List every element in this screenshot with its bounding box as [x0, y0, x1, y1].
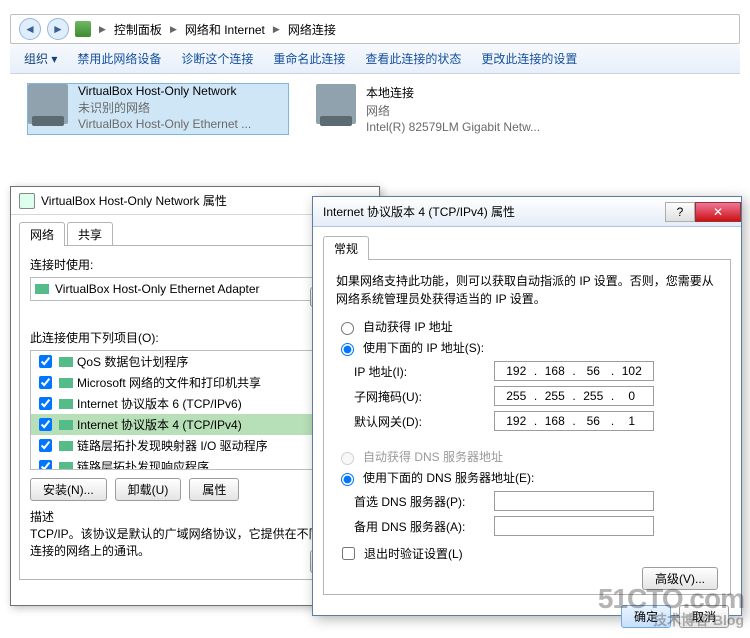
radio-auto-dns — [341, 452, 354, 465]
tab-sharing[interactable]: 共享 — [67, 222, 113, 246]
crumb-network-connections[interactable]: 网络连接 — [288, 21, 336, 38]
install-button[interactable]: 安装(N)... — [30, 478, 107, 501]
this-connection-uses-label: 此连接使用下列项目(O): — [30, 329, 360, 346]
list-item[interactable]: 链路层拓扑发现映射器 I/O 驱动程序 — [31, 435, 359, 456]
tab-general[interactable]: 常规 — [323, 236, 369, 260]
cmd-disable[interactable]: 禁用此网络设备 — [77, 50, 161, 67]
subnet-mask-input[interactable]: 255.255.255.0 — [494, 386, 654, 406]
default-gateway-input[interactable]: 192.168.56.1 — [494, 411, 654, 431]
default-gateway-label: 默认网关(D): — [354, 413, 494, 430]
organize-menu[interactable]: 组织 ▾ — [24, 50, 57, 67]
ip-address-label: IP 地址(I): — [354, 363, 494, 380]
cmd-rename[interactable]: 重命名此连接 — [273, 50, 345, 67]
cmd-change-settings[interactable]: 更改此连接的设置 — [481, 50, 577, 67]
protocol-checkbox[interactable] — [39, 397, 52, 410]
alternate-dns-input[interactable]: ....... — [494, 516, 654, 536]
crumb-network-internet[interactable]: 网络和 Internet — [185, 21, 265, 38]
nav-fwd-button[interactable]: ► — [47, 18, 69, 40]
dialog-title: Internet 协议版本 4 (TCP/IPv4) 属性 — [323, 203, 515, 220]
dialog-titlebar[interactable]: Internet 协议版本 4 (TCP/IPv4) 属性 ? ✕ — [313, 197, 741, 227]
ok-button[interactable]: 确定 — [621, 605, 671, 628]
nic-small-icon — [35, 284, 49, 294]
command-bar: 组织 ▾ 禁用此网络设备 诊断这个连接 重命名此连接 查看此连接的状态 更改此连… — [10, 44, 740, 74]
close-button[interactable]: ✕ — [695, 202, 741, 222]
list-item[interactable]: QoS 数据包计划程序 — [31, 351, 359, 372]
protocol-checkbox[interactable] — [39, 376, 52, 389]
ip-address-input[interactable]: 192.168.56.102 — [494, 361, 654, 381]
radio-auto-dns-label: 自动获得 DNS 服务器地址 — [363, 448, 503, 465]
dialog-title: VirtualBox Host-Only Network 属性 — [41, 192, 227, 209]
info-text: 如果网络支持此功能，则可以获取自动指派的 IP 设置。否则，您需要从网络系统管理… — [336, 272, 718, 308]
radio-use-dns[interactable] — [341, 473, 354, 486]
adapter-select-value: VirtualBox Host-Only Ethernet Adapter — [55, 282, 260, 296]
adapter-list: VirtualBox Host-Only Network 未识别的网络 Virt… — [10, 74, 740, 144]
protocol-icon — [59, 399, 73, 409]
radio-auto-ip[interactable] — [341, 322, 354, 335]
properties-button[interactable]: 属性 — [189, 478, 239, 501]
adapter-state: 网络 — [366, 102, 540, 119]
cancel-button[interactable]: 取消 — [679, 605, 729, 628]
address-bar: ◄ ► ▶ 控制面板 ▶ 网络和 Internet ▶ 网络连接 — [10, 14, 740, 44]
cmd-diagnose[interactable]: 诊断这个连接 — [181, 50, 253, 67]
cmd-view-status[interactable]: 查看此连接的状态 — [365, 50, 461, 67]
alternate-dns-label: 备用 DNS 服务器(A): — [354, 518, 494, 535]
protocol-checkbox[interactable] — [39, 439, 52, 452]
protocol-checkbox[interactable] — [39, 355, 52, 368]
chevron-right-icon: ▶ — [99, 24, 106, 35]
list-item[interactable]: 链路层拓扑发现响应程序 — [31, 456, 359, 470]
advanced-button[interactable]: 高级(V)... — [642, 567, 718, 590]
protocol-listbox[interactable]: QoS 数据包计划程序 Microsoft 网络的文件和打印机共享 Intern… — [30, 350, 360, 470]
list-item[interactable]: Microsoft 网络的文件和打印机共享 — [31, 372, 359, 393]
adapter-state: 未识别的网络 — [78, 99, 251, 116]
adapter-name: 本地连接 — [366, 84, 540, 101]
nic-icon — [28, 84, 68, 124]
radio-use-ip[interactable] — [341, 343, 354, 356]
adapter-item-virtualbox[interactable]: VirtualBox Host-Only Network 未识别的网络 Virt… — [28, 84, 288, 134]
control-panel-icon — [75, 21, 91, 37]
chevron-right-icon: ▶ — [273, 24, 280, 35]
preferred-dns-input[interactable]: ....... — [494, 491, 654, 511]
protocol-icon — [59, 357, 73, 367]
protocol-icon — [59, 441, 73, 451]
crumb-control-panel[interactable]: 控制面板 — [114, 21, 162, 38]
subnet-mask-label: 子网掩码(U): — [354, 388, 494, 405]
protocol-checkbox[interactable] — [39, 460, 52, 470]
adapter-item-lan[interactable]: 本地连接 网络 Intel(R) 82579LM Gigabit Netw... — [316, 84, 576, 134]
validate-on-exit-label: 退出时验证设置(L) — [364, 545, 463, 562]
list-item[interactable]: Internet 协议版本 6 (TCP/IPv6) — [31, 393, 359, 414]
protocol-icon — [59, 462, 73, 471]
help-button[interactable]: ? — [665, 202, 695, 222]
description-heading: 描述 — [30, 509, 360, 526]
dialog-icon — [19, 193, 35, 209]
radio-use-dns-label: 使用下面的 DNS 服务器地址(E): — [363, 469, 534, 486]
uninstall-button[interactable]: 卸载(U) — [115, 478, 182, 501]
list-item-ipv4[interactable]: Internet 协议版本 4 (TCP/IPv4) — [31, 414, 359, 435]
chevron-right-icon: ▶ — [170, 24, 177, 35]
adapter-device: Intel(R) 82579LM Gigabit Netw... — [366, 120, 540, 134]
radio-use-ip-label: 使用下面的 IP 地址(S): — [363, 339, 484, 356]
validate-on-exit-checkbox[interactable] — [342, 547, 355, 560]
protocol-icon — [59, 420, 73, 430]
preferred-dns-label: 首选 DNS 服务器(P): — [354, 493, 494, 510]
tab-networking[interactable]: 网络 — [19, 222, 65, 246]
ipv4-properties-dialog: Internet 协议版本 4 (TCP/IPv4) 属性 ? ✕ 常规 如果网… — [312, 196, 742, 616]
nav-back-button[interactable]: ◄ — [19, 18, 41, 40]
radio-auto-ip-label: 自动获得 IP 地址 — [363, 318, 453, 335]
connect-using-label: 连接时使用: — [30, 256, 360, 273]
protocol-icon — [59, 378, 73, 388]
protocol-checkbox[interactable] — [39, 418, 52, 431]
adapter-device: VirtualBox Host-Only Ethernet ... — [78, 117, 251, 131]
nic-icon — [316, 84, 356, 124]
adapter-name: VirtualBox Host-Only Network — [78, 84, 251, 98]
